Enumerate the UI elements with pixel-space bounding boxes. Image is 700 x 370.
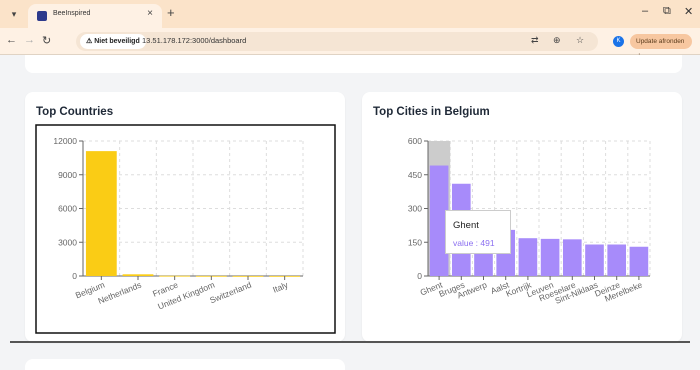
security-warning-chip[interactable]: ⚠ Niet beveiligd: [80, 34, 146, 49]
bookmark-star-icon[interactable]: ☆: [576, 35, 584, 46]
y-tick-label: 450: [408, 170, 422, 180]
dashboard-page: Top Countries 0 3000 6000 9000 12000 Belgium N…: [0, 55, 700, 370]
tab-title: BeeInspired: [53, 10, 91, 17]
favicon-icon: [37, 11, 47, 21]
address-toolbar: ← → ↻ ⚠ Niet beveiligd 13.51.178.172:300…: [0, 28, 700, 60]
horizontal-scrollbar[interactable]: [10, 341, 690, 343]
tab-strip: ▾ BeeInspired × + – ⧉ ✕: [0, 0, 700, 28]
maximize-icon[interactable]: ⧉: [663, 5, 671, 18]
back-icon[interactable]: ←: [6, 34, 17, 46]
y-tick-label: 12000: [53, 136, 77, 146]
tooltip-value: value : 491: [453, 238, 495, 248]
top-countries-card: Top Countries 0 3000 6000 9000 12000 Belgium N…: [25, 92, 345, 342]
top-cities-card: Top Cities in Belgium 0 150 300 450 600 Ghent…: [362, 92, 682, 342]
forward-icon[interactable]: →: [24, 34, 35, 46]
translate-icon[interactable]: ⇄: [531, 35, 539, 46]
bar: [585, 244, 604, 276]
tab-search-icon[interactable]: ▾: [6, 6, 22, 22]
countries-chart: 030006000900012000BelgiumNetherlands Fran…: [35, 124, 336, 334]
y-tick-label: 300: [408, 204, 422, 214]
new-tab-button[interactable]: +: [167, 5, 175, 20]
x-tick-label: Italy: [271, 279, 290, 294]
y-tick-label: 150: [408, 237, 422, 247]
y-tick-label: 9000: [58, 170, 77, 180]
minimize-icon[interactable]: –: [642, 5, 648, 17]
y-tick-label: 3000: [58, 237, 77, 247]
address-bar[interactable]: ⚠ Niet beveiligd 13.51.178.172:3000/dash…: [76, 32, 598, 51]
zoom-icon[interactable]: ⊕: [553, 35, 561, 46]
bar: [85, 151, 117, 276]
y-tick-label: 0: [72, 271, 77, 281]
profile-avatar[interactable]: K: [613, 36, 624, 47]
bar: [607, 244, 627, 276]
update-button[interactable]: Update afronden ⋮: [630, 34, 692, 60]
summary-card: [25, 55, 682, 73]
tooltip-label: Ghent: [453, 220, 479, 231]
x-tick-label: Switzerland: [208, 279, 253, 305]
bar: [518, 238, 538, 276]
tab-beeinspired[interactable]: BeeInspired ×: [28, 4, 162, 28]
update-label: Update afronden: [636, 38, 685, 45]
bar: [540, 238, 560, 276]
chart-tooltip: Ghent value : 491: [445, 210, 511, 254]
y-tick-label: 600: [408, 136, 422, 146]
bar: [122, 274, 154, 276]
url-text[interactable]: 13.51.178.172:3000/dashboard: [142, 36, 246, 45]
cities-chart: 0150300450600GhentBrugesAntwerp AalstKort…: [408, 136, 651, 306]
chart-frame: [35, 124, 336, 334]
lower-card: [25, 359, 345, 370]
bar: [562, 239, 582, 276]
bar: [629, 246, 649, 276]
tab-close-icon[interactable]: ×: [147, 8, 153, 19]
y-tick-label: 0: [417, 271, 422, 281]
reload-icon[interactable]: ↻: [42, 34, 51, 47]
y-tick-label: 6000: [58, 204, 77, 214]
close-window-icon[interactable]: ✕: [684, 5, 693, 18]
